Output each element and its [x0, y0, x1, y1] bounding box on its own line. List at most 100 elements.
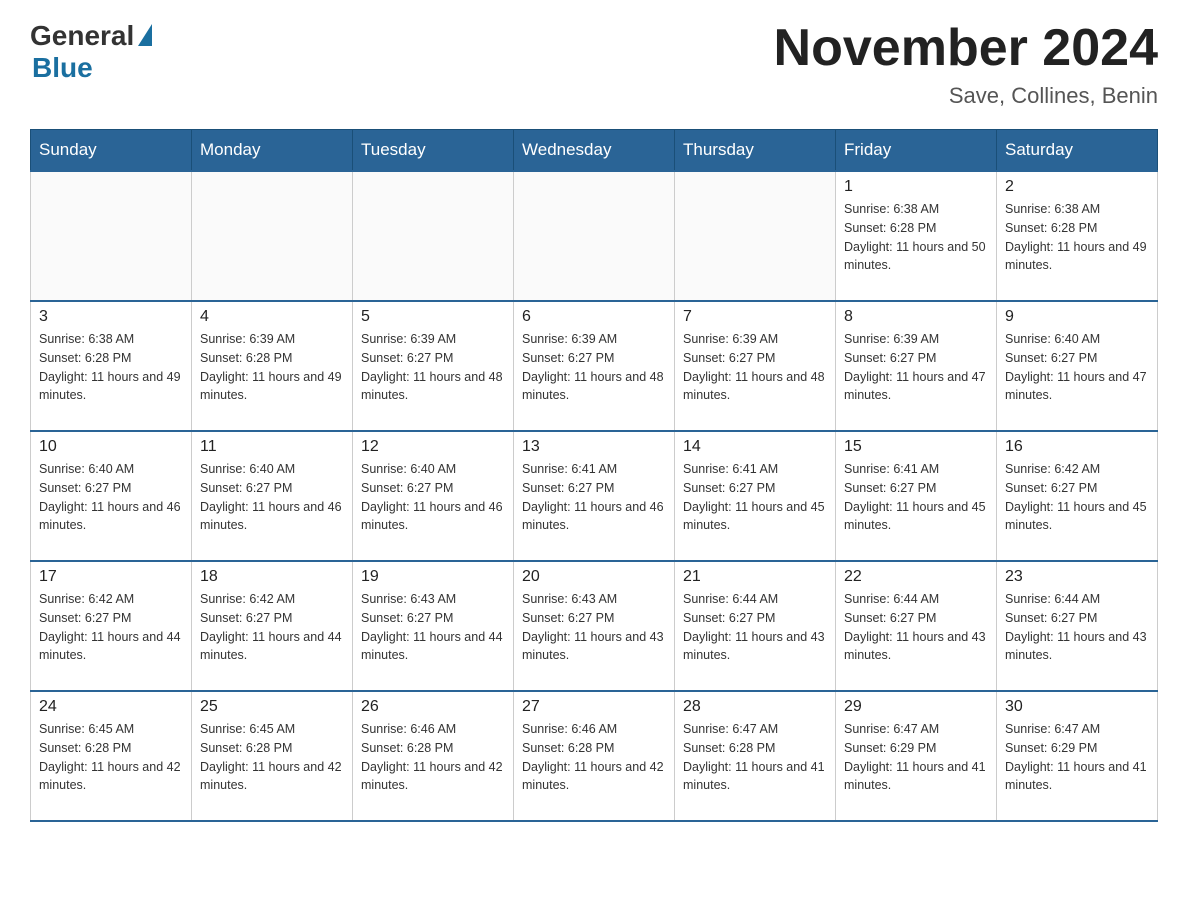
- location-subtitle: Save, Collines, Benin: [774, 83, 1158, 109]
- calendar-cell: 4 Sunrise: 6:39 AM Sunset: 6:28 PM Daylig…: [192, 301, 353, 431]
- page-header: General Blue November 2024 Save, Colline…: [30, 20, 1158, 109]
- calendar-cell: 10 Sunrise: 6:40 AM Sunset: 6:27 PM Dayli…: [31, 431, 192, 561]
- day-info: Sunrise: 6:45 AM Sunset: 6:28 PM Dayligh…: [200, 720, 344, 795]
- day-info: Sunrise: 6:38 AM Sunset: 6:28 PM Dayligh…: [1005, 200, 1149, 275]
- day-info: Sunrise: 6:38 AM Sunset: 6:28 PM Dayligh…: [39, 330, 183, 405]
- calendar-cell: 29 Sunrise: 6:47 AM Sunset: 6:29 PM Dayli…: [836, 691, 997, 821]
- day-info: Sunrise: 6:47 AM Sunset: 6:29 PM Dayligh…: [1005, 720, 1149, 795]
- day-number: 17: [39, 568, 183, 586]
- calendar-week-5: 24 Sunrise: 6:45 AM Sunset: 6:28 PM Dayli…: [31, 691, 1158, 821]
- day-number: 3: [39, 308, 183, 326]
- weekday-header-friday: Friday: [836, 130, 997, 172]
- day-number: 29: [844, 698, 988, 716]
- calendar-header-row: SundayMondayTuesdayWednesdayThursdayFrid…: [31, 130, 1158, 172]
- calendar-cell: 17 Sunrise: 6:42 AM Sunset: 6:27 PM Dayli…: [31, 561, 192, 691]
- weekday-header-sunday: Sunday: [31, 130, 192, 172]
- calendar-table: SundayMondayTuesdayWednesdayThursdayFrid…: [30, 129, 1158, 822]
- day-number: 1: [844, 178, 988, 196]
- calendar-cell: 26Sunrise: 6:46 AM Sunset: 6:28 PM Dayli…: [353, 691, 514, 821]
- calendar-cell: 27 Sunrise: 6:46 AM Sunset: 6:28 PM Dayli…: [514, 691, 675, 821]
- calendar-cell: 21Sunrise: 6:44 AM Sunset: 6:27 PM Dayli…: [675, 561, 836, 691]
- day-number: 12: [361, 438, 505, 456]
- day-info: Sunrise: 6:47 AM Sunset: 6:29 PM Dayligh…: [844, 720, 988, 795]
- calendar-cell: 8Sunrise: 6:39 AM Sunset: 6:27 PM Daylig…: [836, 301, 997, 431]
- day-number: 10: [39, 438, 183, 456]
- day-info: Sunrise: 6:39 AM Sunset: 6:28 PM Dayligh…: [200, 330, 344, 405]
- day-number: 13: [522, 438, 666, 456]
- weekday-header-wednesday: Wednesday: [514, 130, 675, 172]
- day-info: Sunrise: 6:41 AM Sunset: 6:27 PM Dayligh…: [844, 460, 988, 535]
- calendar-cell: 11Sunrise: 6:40 AM Sunset: 6:27 PM Dayli…: [192, 431, 353, 561]
- day-number: 24: [39, 698, 183, 716]
- logo-blue: Blue: [32, 52, 93, 84]
- weekday-header-saturday: Saturday: [997, 130, 1158, 172]
- day-number: 28: [683, 698, 827, 716]
- weekday-header-thursday: Thursday: [675, 130, 836, 172]
- calendar-cell: 5 Sunrise: 6:39 AM Sunset: 6:27 PM Daylig…: [353, 301, 514, 431]
- calendar-cell: 15 Sunrise: 6:41 AM Sunset: 6:27 PM Dayli…: [836, 431, 997, 561]
- day-info: Sunrise: 6:39 AM Sunset: 6:27 PM Dayligh…: [361, 330, 505, 405]
- calendar-cell: 16 Sunrise: 6:42 AM Sunset: 6:27 PM Dayli…: [997, 431, 1158, 561]
- logo: General Blue: [30, 20, 152, 84]
- calendar-cell: 19Sunrise: 6:43 AM Sunset: 6:27 PM Dayli…: [353, 561, 514, 691]
- calendar-cell: 2Sunrise: 6:38 AM Sunset: 6:28 PM Daylig…: [997, 171, 1158, 301]
- day-number: 4: [200, 308, 344, 326]
- day-info: Sunrise: 6:46 AM Sunset: 6:28 PM Dayligh…: [522, 720, 666, 795]
- weekday-header-monday: Monday: [192, 130, 353, 172]
- day-number: 20: [522, 568, 666, 586]
- day-number: 15: [844, 438, 988, 456]
- day-number: 7: [683, 308, 827, 326]
- calendar-cell: [514, 171, 675, 301]
- day-number: 23: [1005, 568, 1149, 586]
- month-title: November 2024: [774, 20, 1158, 77]
- day-number: 9: [1005, 308, 1149, 326]
- calendar-week-1: 1 Sunrise: 6:38 AM Sunset: 6:28 PM Daylig…: [31, 171, 1158, 301]
- calendar-cell: 20 Sunrise: 6:43 AM Sunset: 6:27 PM Dayli…: [514, 561, 675, 691]
- calendar-cell: [192, 171, 353, 301]
- day-number: 27: [522, 698, 666, 716]
- day-number: 22: [844, 568, 988, 586]
- day-number: 16: [1005, 438, 1149, 456]
- logo-general: General: [30, 20, 152, 52]
- calendar-cell: 3 Sunrise: 6:38 AM Sunset: 6:28 PM Daylig…: [31, 301, 192, 431]
- calendar-cell: 25 Sunrise: 6:45 AM Sunset: 6:28 PM Dayli…: [192, 691, 353, 821]
- logo-triangle-icon: [138, 24, 152, 46]
- day-info: Sunrise: 6:39 AM Sunset: 6:27 PM Dayligh…: [683, 330, 827, 405]
- day-info: Sunrise: 6:45 AM Sunset: 6:28 PM Dayligh…: [39, 720, 183, 795]
- title-section: November 2024 Save, Collines, Benin: [774, 20, 1158, 109]
- calendar-week-4: 17 Sunrise: 6:42 AM Sunset: 6:27 PM Dayli…: [31, 561, 1158, 691]
- day-number: 6: [522, 308, 666, 326]
- calendar-cell: 24 Sunrise: 6:45 AM Sunset: 6:28 PM Dayli…: [31, 691, 192, 821]
- calendar-week-3: 10 Sunrise: 6:40 AM Sunset: 6:27 PM Dayli…: [31, 431, 1158, 561]
- day-info: Sunrise: 6:40 AM Sunset: 6:27 PM Dayligh…: [39, 460, 183, 535]
- day-info: Sunrise: 6:43 AM Sunset: 6:27 PM Dayligh…: [522, 590, 666, 665]
- day-number: 18: [200, 568, 344, 586]
- day-info: Sunrise: 6:46 AM Sunset: 6:28 PM Dayligh…: [361, 720, 505, 795]
- day-info: Sunrise: 6:42 AM Sunset: 6:27 PM Dayligh…: [200, 590, 344, 665]
- calendar-cell: [353, 171, 514, 301]
- day-info: Sunrise: 6:43 AM Sunset: 6:27 PM Dayligh…: [361, 590, 505, 665]
- calendar-cell: 6Sunrise: 6:39 AM Sunset: 6:27 PM Daylig…: [514, 301, 675, 431]
- day-info: Sunrise: 6:41 AM Sunset: 6:27 PM Dayligh…: [522, 460, 666, 535]
- day-info: Sunrise: 6:44 AM Sunset: 6:27 PM Dayligh…: [844, 590, 988, 665]
- calendar-cell: 14Sunrise: 6:41 AM Sunset: 6:27 PM Dayli…: [675, 431, 836, 561]
- calendar-week-2: 3 Sunrise: 6:38 AM Sunset: 6:28 PM Daylig…: [31, 301, 1158, 431]
- day-number: 25: [200, 698, 344, 716]
- weekday-header-tuesday: Tuesday: [353, 130, 514, 172]
- day-number: 5: [361, 308, 505, 326]
- calendar-cell: [31, 171, 192, 301]
- day-info: Sunrise: 6:38 AM Sunset: 6:28 PM Dayligh…: [844, 200, 988, 275]
- day-info: Sunrise: 6:47 AM Sunset: 6:28 PM Dayligh…: [683, 720, 827, 795]
- day-number: 8: [844, 308, 988, 326]
- day-info: Sunrise: 6:42 AM Sunset: 6:27 PM Dayligh…: [39, 590, 183, 665]
- day-number: 21: [683, 568, 827, 586]
- logo-text: General: [30, 20, 134, 52]
- calendar-cell: 30Sunrise: 6:47 AM Sunset: 6:29 PM Dayli…: [997, 691, 1158, 821]
- calendar-cell: 22 Sunrise: 6:44 AM Sunset: 6:27 PM Dayli…: [836, 561, 997, 691]
- day-info: Sunrise: 6:42 AM Sunset: 6:27 PM Dayligh…: [1005, 460, 1149, 535]
- calendar-cell: 18 Sunrise: 6:42 AM Sunset: 6:27 PM Dayli…: [192, 561, 353, 691]
- calendar-cell: 7 Sunrise: 6:39 AM Sunset: 6:27 PM Daylig…: [675, 301, 836, 431]
- calendar-cell: 23Sunrise: 6:44 AM Sunset: 6:27 PM Dayli…: [997, 561, 1158, 691]
- day-info: Sunrise: 6:40 AM Sunset: 6:27 PM Dayligh…: [361, 460, 505, 535]
- calendar-cell: 9Sunrise: 6:40 AM Sunset: 6:27 PM Daylig…: [997, 301, 1158, 431]
